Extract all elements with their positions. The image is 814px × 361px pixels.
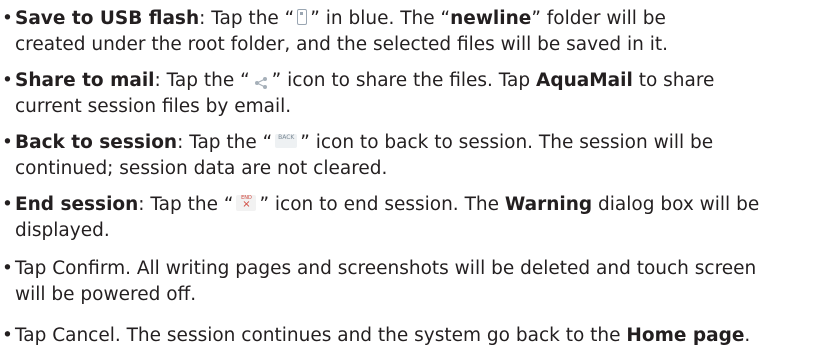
item-continuation: will be powered off. [15, 284, 197, 305]
item-text: to share [632, 70, 715, 91]
item-text: : Tap the “ [199, 8, 295, 29]
instruction-document: • Save to USB flash: Tap the “” in blue. … [0, 0, 814, 361]
back-icon: BACK [275, 134, 298, 148]
list-item-cancel: • Tap Cancel. The session continues and t… [0, 323, 814, 349]
bullet: • [2, 194, 13, 215]
item-text: : Tap the “ [177, 132, 273, 153]
share-icon [253, 72, 269, 89]
item-continuation: displayed. [15, 220, 110, 241]
item-text: ” in blue. The “ [310, 8, 451, 29]
bullet: • [2, 325, 13, 346]
item-text: : Tap the “ [138, 194, 234, 215]
list-item-end-session: • End session: Tap the “END ×” icon to end… [0, 192, 814, 244]
item-text: ” icon to end session. The [259, 194, 505, 215]
item-continuation: created under the root folder, and the s… [15, 34, 669, 55]
list-item-back-session: • Back to session: Tap the “ BACK ” icon to… [0, 130, 814, 182]
item-text: ” icon to share the files. Tap [271, 70, 537, 91]
item-emphasis: Warning [504, 194, 593, 215]
list-item-share-mail: • Share to mail: Tap the “ ” icon to share… [0, 68, 814, 120]
item-label: Back to session [15, 132, 178, 153]
item-text: ” folder will be [531, 8, 666, 29]
item-emphasis: newline [450, 8, 532, 29]
bullet: • [2, 8, 13, 29]
item-continuation: continued; session data are not cleared. [15, 158, 388, 179]
bullet: • [2, 132, 13, 153]
list-item-confirm: • Tap Confirm. All writing pages and scre… [0, 256, 814, 308]
item-label: Save to USB flash [15, 8, 200, 29]
end-session-icon: END × [236, 195, 257, 211]
list-item-save-usb: • Save to USB flash: Tap the “ ” in blue. … [0, 6, 814, 58]
item-label: End session [15, 194, 139, 215]
item-text: dialog box will be [592, 194, 760, 215]
item-text: . [744, 325, 751, 346]
item-emphasis: AquaMail [536, 70, 633, 91]
usb-flash-icon [297, 9, 308, 25]
item-text: ” icon to back to session. The session w… [300, 132, 714, 153]
back-icon-text: BACK [278, 134, 295, 141]
close-icon: × [242, 199, 251, 210]
item-text: Tap Confirm. All writing pages and scree… [15, 258, 757, 279]
item-emphasis: Home page [626, 325, 745, 346]
item-continuation: current session files by email. [15, 96, 292, 117]
bullet: • [2, 258, 13, 279]
item-text: Tap Cancel. The session continues and th… [15, 325, 627, 346]
item-text: : Tap the “ [154, 70, 250, 91]
bullet: • [2, 70, 13, 91]
item-label: Share to mail [15, 70, 155, 91]
